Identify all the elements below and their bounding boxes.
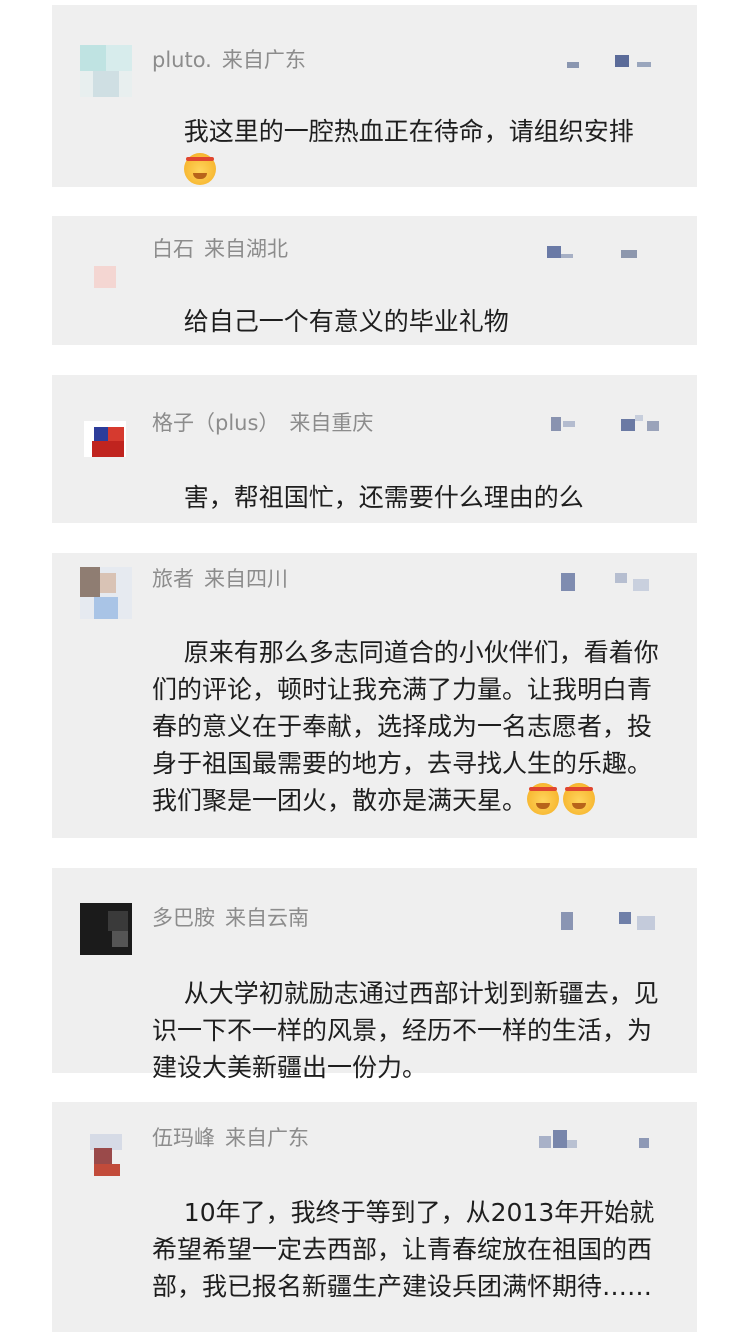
location: 来自广东 [225, 1126, 309, 1150]
like-area[interactable] [525, 413, 675, 433]
avatar[interactable] [80, 415, 132, 467]
comment-meta: 格子（plus） 来自重庆 [152, 410, 373, 436]
like-area[interactable] [525, 910, 675, 930]
comment-meta: 伍玛峰 来自广东 [152, 1125, 309, 1151]
like-area[interactable] [525, 1130, 675, 1150]
comment-card: 格子（plus） 来自重庆 害，帮祖国忙，还需要什么理由的么 [52, 375, 697, 523]
like-area[interactable] [525, 52, 675, 72]
username[interactable]: 多巴胺 [152, 906, 215, 930]
comment-card: 伍玛峰 来自广东 10年了，我终于等到了，从2013年开始就希望希望一定去西部，让… [52, 1102, 697, 1332]
location: 来自云南 [225, 906, 309, 930]
comment-meta: 多巴胺 来自云南 [152, 905, 309, 931]
comment-text: 10年了，我终于等到了，从2013年开始就希望希望一定去西部，让青春绽放在祖国的… [152, 1198, 655, 1301]
location: 来自重庆 [289, 411, 374, 435]
comment-text: 原来有那么多志同道合的小伙伴们，看着你们的评论，顿时让我充满了力量。让我明白青春… [152, 638, 659, 815]
location: 来自四川 [204, 567, 288, 591]
like-area[interactable] [525, 571, 675, 591]
comment-card: 白石 来自湖北 给自己一个有意义的毕业礼物 [52, 216, 697, 345]
avatar[interactable] [80, 567, 132, 619]
comment-meta: pluto. 来自广东 [152, 47, 306, 73]
comment-card: 多巴胺 来自云南 从大学初就励志通过西部计划到新疆去，见识一下不一样的风景，经历不… [52, 868, 697, 1082]
comment-text: 害，帮祖国忙，还需要什么理由的么 [183, 483, 584, 512]
avatar[interactable] [80, 903, 132, 955]
username[interactable]: 伍玛峰 [152, 1126, 215, 1150]
avatar[interactable] [80, 1128, 132, 1180]
username[interactable]: pluto. [152, 48, 212, 72]
location: 来自湖北 [204, 237, 288, 261]
like-area[interactable] [525, 240, 675, 260]
salute-emoji [527, 783, 560, 815]
username[interactable]: 旅者 [152, 567, 194, 591]
comment-meta: 旅者 来自四川 [152, 566, 288, 592]
avatar[interactable] [80, 254, 132, 306]
username[interactable]: 格子（plus） [152, 411, 279, 435]
comment-meta: 白石 来自湖北 [152, 236, 288, 262]
salute-emoji [183, 153, 216, 185]
comment-text: 从大学初就励志通过西部计划到新疆去，见识一下不一样的风景，经历不一样的生活，为建… [152, 979, 659, 1082]
username[interactable]: 白石 [152, 237, 194, 261]
salute-emoji [563, 783, 596, 815]
comment-card: 旅者 来自四川 原来有那么多志同道合的小伙伴们，看着你们的评论，顿时让我充满了力量… [52, 553, 697, 838]
comment-card: pluto. 来自广东 我这里的一腔热血正在待命，请组织安排 [52, 5, 697, 187]
avatar[interactable] [80, 45, 132, 97]
comment-text: 给自己一个有意义的毕业礼物 [183, 307, 509, 336]
emoji-row [152, 115, 664, 226]
location: 来自广东 [221, 48, 306, 72]
